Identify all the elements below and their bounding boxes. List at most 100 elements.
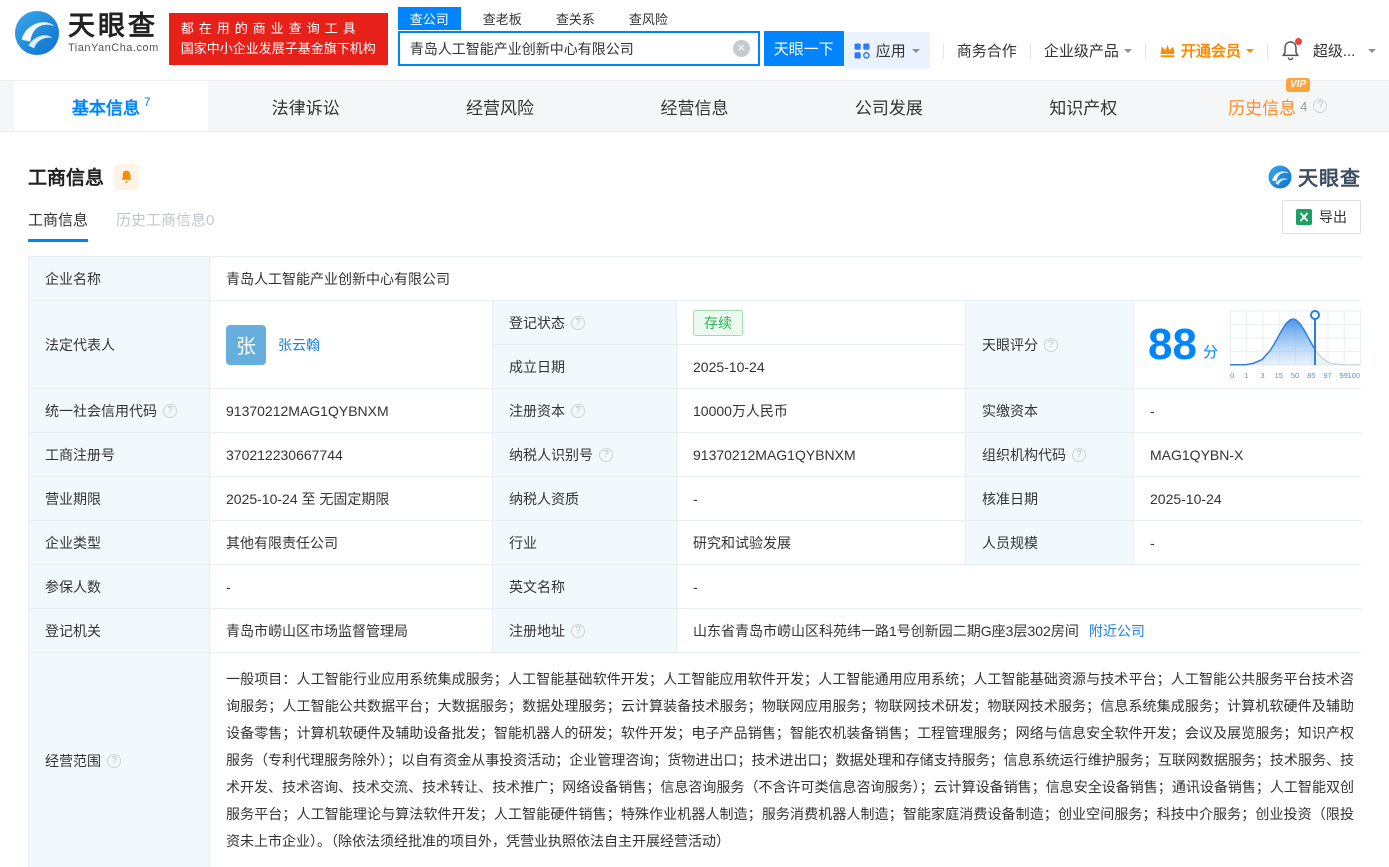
logo-swirl-icon (1268, 165, 1292, 189)
nearby-companies-link[interactable]: 附近公司 (1089, 621, 1145, 641)
apps-menu[interactable]: 应用 (844, 32, 930, 69)
legal-rep-value: 张 张云翰 (210, 301, 492, 388)
search-tabs: 查公司 查老板 查关系 查风险 (398, 6, 844, 31)
tab-ip-label: 知识产权 (1049, 94, 1117, 119)
score-unit: 分 (1203, 341, 1218, 362)
divider (1030, 43, 1031, 59)
brand-domain: TianYanCha.com (68, 42, 159, 54)
staff-size-value: - (1134, 521, 1370, 564)
help-icon[interactable] (1313, 99, 1327, 113)
reg-status-label: 登记状态 (493, 301, 676, 344)
tab-risk[interactable]: 经营风险 (403, 81, 597, 131)
company-tab-bar: 基本信息 7 法律诉讼 经营风险 经营信息 公司发展 知识产权 历史信息 VIP… (0, 80, 1389, 132)
search-tab-boss[interactable]: 查老板 (471, 7, 534, 30)
taxpayer-id-label: 纳税人识别号 (493, 433, 676, 476)
insured-count-value: - (210, 565, 492, 608)
caret-down-icon (1124, 49, 1132, 57)
reg-address-value: 山东省青岛市崂山区科苑纬一路1号创新园二期G座3层302房间 附近公司 (677, 609, 1370, 652)
search-tab-company[interactable]: 查公司 (398, 7, 461, 30)
section-head: 工商信息 天眼查 (0, 132, 1389, 191)
status-badge: 存续 (693, 310, 743, 336)
header-nav: 应用 商务合作 企业级产品 开通会员 (844, 32, 1377, 69)
watermark-text: 天眼查 (1298, 162, 1361, 191)
business-scope-label: 经营范围 (29, 653, 209, 867)
taxpayer-id-value: 91370212MAG1QYBNXM (677, 433, 965, 476)
established-value: 2025-10-24 (677, 345, 965, 388)
subtab-history-info[interactable]: 历史工商信息0 (116, 209, 214, 242)
staff-size-label: 人员规模 (966, 521, 1133, 564)
apps-grid-icon (854, 43, 870, 59)
search-tab-risk[interactable]: 查风险 (617, 7, 680, 30)
tab-legal-label: 法律诉讼 (272, 94, 340, 119)
reg-number-value: 370212230667744 (210, 433, 492, 476)
vip-badge: VIP (1286, 78, 1310, 92)
paid-capital-value: - (1134, 389, 1370, 432)
taxpayer-quality-label: 纳税人资质 (493, 477, 676, 520)
approval-date-value: 2025-10-24 (1134, 477, 1370, 520)
tab-operation-label: 经营信息 (660, 94, 728, 119)
nav-account[interactable]: 超级... (1313, 40, 1356, 61)
promo-line1: 都在用的商业查询工具 (181, 19, 376, 39)
reg-address-label: 注册地址 (493, 609, 676, 652)
reg-capital-value: 10000万人民币 (677, 389, 965, 432)
svg-text:50: 50 (1291, 371, 1299, 380)
score-label: 天眼评分 (966, 301, 1133, 388)
paid-capital-label: 实缴资本 (966, 389, 1133, 432)
help-icon[interactable] (571, 404, 585, 418)
tab-ip[interactable]: 知识产权 (986, 81, 1180, 131)
svg-text:85: 85 (1307, 371, 1315, 380)
search-input[interactable] (410, 41, 733, 57)
insured-count-label: 参保人数 (29, 565, 209, 608)
nav-cooperation[interactable]: 商务合作 (957, 40, 1017, 61)
nav-open-vip[interactable]: 开通会员 (1159, 40, 1254, 61)
credit-code-label: 统一社会信用代码 (29, 389, 209, 432)
tab-history[interactable]: 历史信息 VIP 4 (1181, 81, 1375, 131)
clear-icon[interactable] (733, 40, 750, 57)
approval-date-label: 核准日期 (966, 477, 1133, 520)
subtab-business-info[interactable]: 工商信息 (28, 209, 88, 242)
monitor-bell-button[interactable] (114, 164, 139, 190)
account-caret-icon[interactable] (1368, 49, 1376, 57)
brand-name: 天眼查 (68, 12, 159, 40)
help-icon[interactable] (599, 448, 613, 462)
divider (1267, 43, 1268, 59)
help-icon[interactable] (107, 754, 121, 768)
business-info-table: 企业名称 青岛人工智能产业创新中心有限公司 法定代表人 张 张云翰 登记状态 存… (28, 256, 1361, 867)
help-icon[interactable] (163, 404, 177, 418)
tab-basic-info[interactable]: 基本信息 7 (14, 81, 208, 131)
excel-icon (1296, 209, 1312, 225)
svg-text:1: 1 (1244, 371, 1248, 380)
legal-rep-link[interactable]: 张云翰 (278, 335, 320, 355)
reg-number-label: 工商注册号 (29, 433, 209, 476)
notification-bell[interactable] (1281, 40, 1300, 61)
credit-code-value: 91370212MAG1QYBNXM (210, 389, 492, 432)
industry-label: 行业 (493, 521, 676, 564)
search-button[interactable]: 天眼一下 (764, 31, 844, 66)
tab-development[interactable]: 公司发展 (792, 81, 986, 131)
business-term-value: 2025-10-24 至 无固定期限 (210, 477, 492, 520)
divider (1145, 43, 1146, 59)
svg-text:0: 0 (1230, 371, 1234, 380)
industry-value: 研究和试验发展 (677, 521, 965, 564)
nav-enterprise[interactable]: 企业级产品 (1044, 40, 1132, 61)
score-value: 88 (1148, 323, 1197, 367)
tab-operation[interactable]: 经营信息 (597, 81, 791, 131)
help-icon[interactable] (1072, 448, 1086, 462)
score-cell: 88 分 0 1 3 15 50 (1134, 301, 1370, 388)
subtab-row: 工商信息 历史工商信息0 导出 (0, 191, 1389, 242)
reg-status-value: 存续 (677, 301, 965, 344)
nav-account-label: 超级... (1313, 40, 1356, 61)
business-scope-value: 一般项目：人工智能行业应用系统集成服务；人工智能基础软件开发；人工智能应用软件开… (210, 653, 1370, 867)
help-icon[interactable] (571, 624, 585, 638)
watermark-logo: 天眼查 (1268, 162, 1361, 191)
export-button[interactable]: 导出 (1282, 200, 1361, 234)
company-type-value: 其他有限责任公司 (210, 521, 492, 564)
help-icon[interactable] (1044, 338, 1058, 352)
legal-rep-label: 法定代表人 (29, 301, 209, 388)
tianyancha-logo[interactable]: 天眼查 TianYanCha.com (14, 10, 159, 56)
tab-legal[interactable]: 法律诉讼 (208, 81, 402, 131)
help-icon[interactable] (571, 316, 585, 330)
caret-down-icon (912, 49, 920, 57)
bell-icon (120, 169, 133, 184)
search-tab-relation[interactable]: 查关系 (544, 7, 607, 30)
